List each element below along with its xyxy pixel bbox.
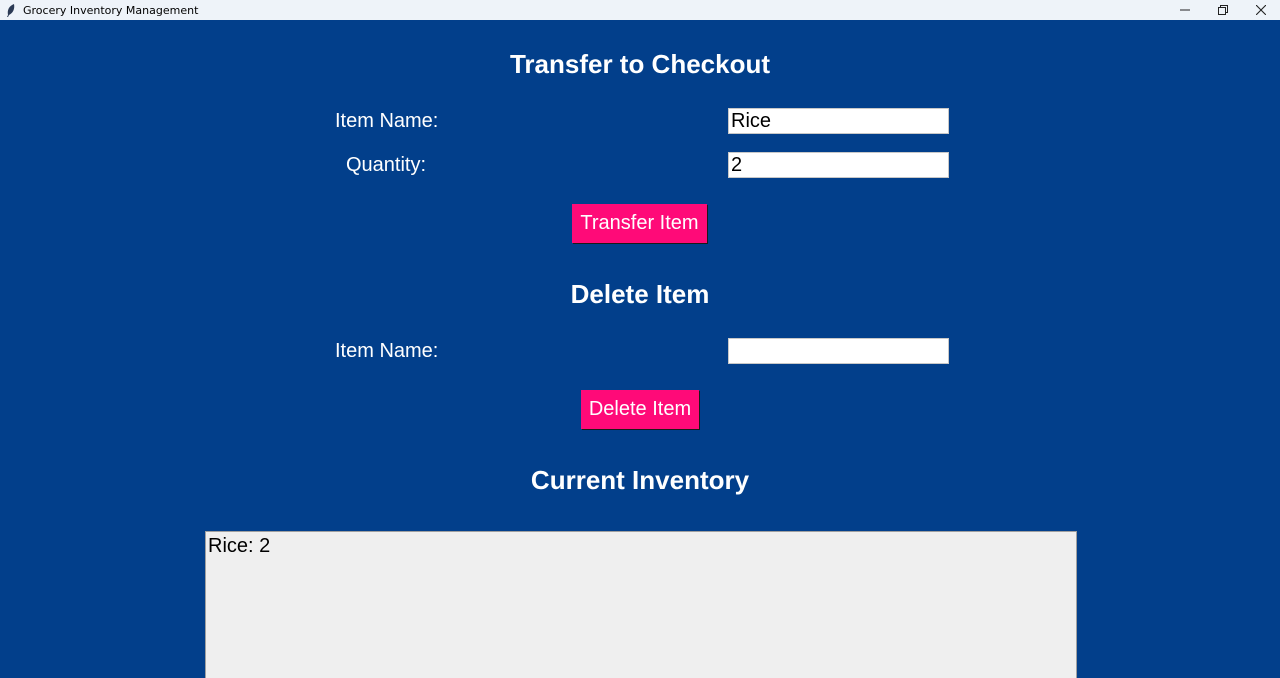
minimize-button[interactable] bbox=[1166, 0, 1204, 20]
quantity-input[interactable] bbox=[728, 152, 949, 178]
transfer-item-name-label: Item Name: bbox=[335, 110, 439, 132]
window-title: Grocery Inventory Management bbox=[23, 3, 199, 17]
inventory-heading: Current Inventory bbox=[530, 465, 750, 495]
delete-item-name-input[interactable] bbox=[728, 338, 949, 364]
title-bar: Grocery Inventory Management bbox=[0, 0, 1280, 20]
main-panel: Transfer to Checkout Item Name: Quantity… bbox=[0, 20, 1280, 678]
delete-item-button[interactable]: Delete Item bbox=[581, 390, 699, 429]
transfer-item-button[interactable]: Transfer Item bbox=[572, 204, 707, 243]
delete-heading: Delete Item bbox=[570, 279, 710, 309]
delete-item-name-label: Item Name: bbox=[335, 340, 439, 362]
restore-button[interactable] bbox=[1204, 0, 1242, 20]
close-button[interactable] bbox=[1242, 0, 1280, 20]
transfer-item-name-input[interactable] bbox=[728, 108, 949, 134]
list-item[interactable]: Rice: 2 bbox=[208, 534, 1074, 558]
transfer-heading: Transfer to Checkout bbox=[509, 49, 771, 79]
inventory-listbox[interactable]: Rice: 2 bbox=[205, 531, 1077, 678]
feather-icon bbox=[4, 3, 18, 17]
quantity-label: Quantity: bbox=[346, 154, 427, 176]
